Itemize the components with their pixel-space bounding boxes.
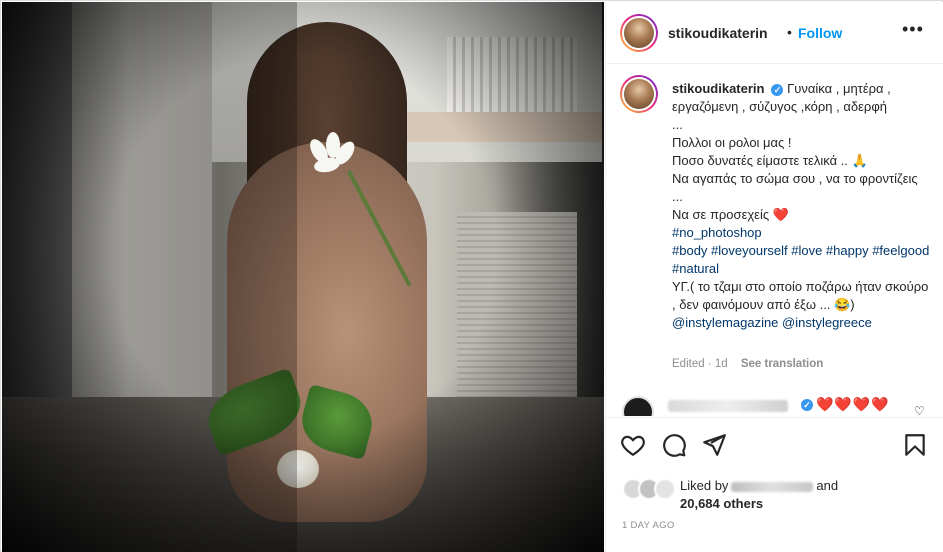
caption-author-avatar[interactable] [620, 75, 658, 113]
more-options-icon[interactable]: ••• [902, 19, 924, 40]
edited-label: Edited · 1d [672, 358, 728, 370]
verified-badge-icon: ✓ [801, 399, 813, 411]
header-separator: • [787, 24, 792, 40]
comment-icon[interactable] [661, 432, 687, 458]
caption-line-first: stikoudikaterin ✓ Γυναίκα , μητέρα , εργα… [672, 80, 930, 116]
liker-avatars[interactable] [622, 478, 678, 500]
verified-badge-icon: ✓ [771, 83, 784, 96]
comment-peek: ✓ ❤️❤️❤️❤️ ♡ [606, 392, 943, 416]
liked-by-prefix: Liked by [680, 478, 729, 493]
caption-author-avatar-image [622, 77, 656, 111]
post-side-panel: stikoudikaterin • Follow ••• stikoudikat… [605, 2, 943, 552]
comment-like-icon[interactable]: ♡ [914, 404, 925, 416]
caption-line: Πολλοι οι ρολοι μας ! [672, 135, 792, 150]
author-avatar-image [622, 16, 656, 50]
mention-link[interactable]: @instylemagazine @instylegreece [672, 314, 930, 332]
share-icon[interactable] [701, 432, 727, 458]
photo-vignette [2, 2, 604, 552]
hashtag-link[interactable]: #body #loveyourself #love #happy #feelgo… [672, 242, 930, 278]
caption-line: ΥΓ.( το τζαμι στο οποίο ποζάρω ήταν σκού… [672, 279, 929, 312]
caption-line: Ποσο δυνατές είμαστε τελικά .. 🙏 [672, 153, 868, 168]
caption-meta: Edited · 1d See translation [672, 358, 823, 370]
post-header: stikoudikaterin • Follow ••• [606, 2, 943, 64]
hashtag-link[interactable]: #no_photoshop [672, 224, 930, 242]
commenter-avatar[interactable] [622, 396, 654, 416]
bookmark-icon[interactable] [902, 432, 928, 458]
likes-section: Liked by and 20,684 others [606, 468, 943, 516]
post-timestamp[interactable]: 1 DAY AGO [622, 520, 675, 531]
caption-line: Να σε προσεχείς ❤️ [672, 207, 789, 222]
caption-line: Να αγαπάς το σώμα σου , να το φροντίζεις… [672, 171, 918, 204]
heart-icon[interactable] [620, 432, 646, 458]
liker-avatar [654, 478, 676, 500]
follow-button[interactable]: Follow [798, 25, 842, 41]
post-modal: stikoudikaterin • Follow ••• stikoudikat… [0, 0, 943, 552]
liked-by-text: Liked by and 20,684 others [680, 477, 838, 513]
see-translation-button[interactable]: See translation [741, 358, 823, 370]
caption-text: stikoudikaterin ✓ Γυναίκα , μητέρα , εργα… [672, 80, 930, 332]
author-username[interactable]: stikoudikaterin [668, 25, 768, 41]
liker-name-blurred[interactable] [731, 481, 814, 492]
caption-area: stikoudikaterin ✓ Γυναίκα , μητέρα , εργα… [606, 65, 943, 400]
author-avatar[interactable] [620, 14, 658, 52]
commenter-name-blurred [668, 400, 788, 412]
caption-author-username[interactable]: stikoudikaterin [672, 81, 764, 96]
post-photo[interactable] [2, 2, 604, 552]
caption-line: ... [672, 117, 683, 132]
others-count-link[interactable]: 20,684 others [680, 496, 763, 511]
comment-hearts: ❤️❤️❤️❤️ [816, 396, 890, 412]
liked-by-suffix: and [816, 478, 839, 493]
photo-scene [2, 2, 604, 552]
action-bar [606, 417, 943, 465]
